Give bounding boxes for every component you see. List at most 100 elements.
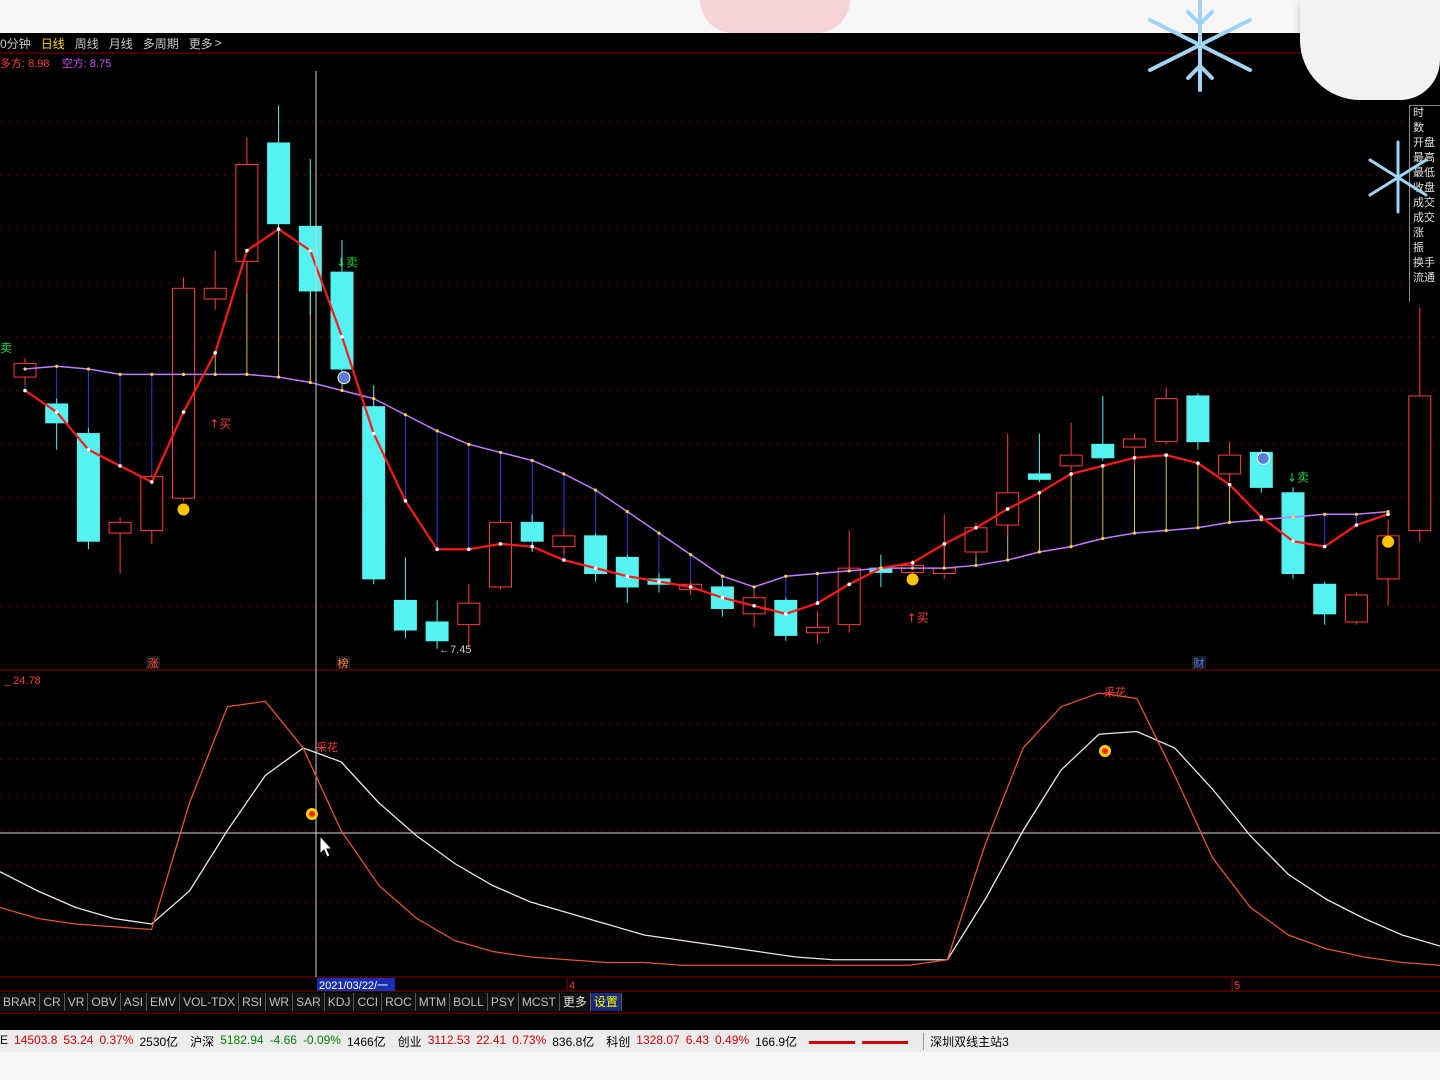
event-tag[interactable]: 涨 bbox=[148, 657, 159, 670]
indicator-tab[interactable]: WR bbox=[266, 993, 294, 1011]
purple-line-point bbox=[1132, 531, 1137, 535]
candle-down[interactable] bbox=[1313, 583, 1337, 615]
red-line-point bbox=[593, 566, 598, 570]
indicator-tab[interactable]: OBV bbox=[88, 993, 121, 1011]
period-tab[interactable]: 更多 bbox=[189, 35, 213, 52]
more-arrow-icon[interactable]: > bbox=[215, 36, 222, 50]
indicator-value-label: _ 24.78 bbox=[3, 675, 41, 687]
sad-face-icon bbox=[337, 371, 351, 385]
candle-down[interactable] bbox=[1281, 492, 1305, 575]
candle-down[interactable] bbox=[298, 225, 322, 292]
market-index[interactable]: E 14503.8 53.24 0.37% 2530亿 bbox=[0, 1033, 178, 1050]
indicator-tab[interactable]: MTM bbox=[415, 993, 451, 1011]
candle-up[interactable] bbox=[1344, 594, 1368, 623]
market-index[interactable]: 沪深 5182.94 -4.66 -0.09% 1466亿 bbox=[190, 1033, 386, 1050]
purple-line-point bbox=[435, 429, 439, 433]
purple-line-point bbox=[498, 450, 503, 455]
indicator-tab[interactable]: 更多 bbox=[559, 993, 591, 1011]
purple-line-point bbox=[1228, 520, 1232, 524]
purple-line-point bbox=[308, 380, 312, 385]
candle-down[interactable] bbox=[393, 599, 417, 631]
candle-up[interactable] bbox=[140, 476, 164, 531]
smiley-icon bbox=[177, 503, 190, 516]
indicator-tab[interactable]: SAR bbox=[293, 993, 325, 1011]
red-line-point bbox=[1196, 461, 1200, 465]
indicator-tab[interactable]: EMV bbox=[147, 993, 181, 1011]
candle-up[interactable] bbox=[1123, 438, 1146, 448]
candle-down[interactable] bbox=[267, 142, 291, 225]
candle-up[interactable] bbox=[489, 521, 512, 588]
purple-line-point bbox=[1196, 526, 1200, 530]
server-name[interactable]: 深圳双线主站3 bbox=[923, 1032, 1009, 1050]
candle-down[interactable] bbox=[1027, 473, 1051, 480]
purple-line-point bbox=[942, 566, 946, 570]
event-tag[interactable]: 财 bbox=[1194, 656, 1205, 670]
candle-up[interactable] bbox=[203, 287, 227, 300]
indicator-tab[interactable]: ROC bbox=[382, 993, 416, 1011]
period-tab[interactable]: 月线 bbox=[109, 35, 133, 52]
chart-canvas[interactable]: 卖↑买↓卖↑买↓卖←7.45涨榜财_ 24.78采花采花2021/03/22/一… bbox=[0, 33, 1440, 1030]
candle-up[interactable] bbox=[552, 535, 576, 548]
candle-up[interactable] bbox=[457, 602, 481, 626]
purple-line-point bbox=[784, 574, 788, 578]
candle-down[interactable] bbox=[520, 521, 544, 542]
red-line-point bbox=[815, 601, 820, 605]
indicator-tab[interactable]: CR bbox=[40, 993, 65, 1011]
indicator-tab[interactable]: MCST bbox=[518, 993, 560, 1011]
candle-down[interactable] bbox=[615, 556, 639, 588]
purple-line-point bbox=[1037, 550, 1041, 554]
indicator-tab[interactable]: 设置 bbox=[590, 993, 622, 1011]
trade-signal-sell: ↓卖 bbox=[336, 256, 358, 270]
candle-down[interactable] bbox=[330, 271, 354, 370]
candle-down[interactable] bbox=[774, 599, 798, 636]
red-line-point bbox=[308, 248, 313, 253]
indicator-tab[interactable]: BRAR bbox=[0, 993, 41, 1011]
indicator-tab[interactable]: RSI bbox=[239, 993, 267, 1011]
candle-down[interactable] bbox=[1091, 443, 1115, 459]
candle-down[interactable] bbox=[425, 621, 449, 642]
indicator-tab[interactable]: ASI bbox=[120, 993, 148, 1011]
smiley-icon bbox=[1382, 535, 1395, 548]
purple-line-point bbox=[594, 488, 598, 492]
market-index[interactable]: 科创 1328.07 6.43 0.49% 166.9亿 bbox=[606, 1033, 797, 1050]
period-tab[interactable]: 多周期 bbox=[143, 35, 179, 52]
candle-down[interactable] bbox=[1186, 395, 1210, 443]
purple-line-point bbox=[1259, 518, 1263, 522]
candle-up[interactable] bbox=[172, 287, 195, 499]
candle-up[interactable] bbox=[806, 626, 829, 634]
indicator-tab[interactable]: BOLL bbox=[450, 993, 488, 1011]
candle-up[interactable] bbox=[1154, 398, 1178, 443]
candle-up[interactable] bbox=[1059, 454, 1083, 467]
candle-up[interactable] bbox=[837, 567, 861, 626]
indicator-tab[interactable]: VR bbox=[64, 993, 89, 1011]
candle-up[interactable] bbox=[1408, 395, 1432, 531]
purple-line-point bbox=[372, 397, 376, 401]
red-line-point bbox=[784, 612, 788, 616]
index-change: 53.24 bbox=[63, 1032, 94, 1047]
purple-ma-line bbox=[24, 365, 1389, 588]
candle-up[interactable] bbox=[1218, 454, 1242, 475]
red-line-point bbox=[1227, 482, 1232, 487]
purple-line-point bbox=[55, 364, 59, 368]
sad-face-icon bbox=[1256, 451, 1270, 465]
red-line-point bbox=[435, 547, 439, 552]
purple-line-point bbox=[86, 367, 90, 371]
indicator-tab[interactable]: VOL-TDX bbox=[180, 993, 240, 1011]
red-line-point bbox=[118, 464, 122, 468]
indicator-tab[interactable]: KDJ bbox=[324, 993, 355, 1011]
candle-up[interactable] bbox=[108, 521, 132, 534]
period-tab[interactable]: 0分钟 bbox=[0, 35, 31, 52]
mouse-pointer-icon bbox=[319, 834, 334, 858]
market-index[interactable]: 创业 3112.53 22.41 0.73% 836.8亿 bbox=[398, 1033, 595, 1050]
candle-up[interactable] bbox=[235, 163, 259, 262]
purple-line-point bbox=[1323, 512, 1327, 516]
red-line-point bbox=[245, 248, 249, 253]
purple-line-point bbox=[1291, 515, 1295, 519]
period-tab[interactable]: 日线 bbox=[41, 35, 65, 52]
indicator-tab[interactable]: CCI bbox=[354, 993, 383, 1011]
period-tab[interactable]: 周线 bbox=[75, 35, 99, 52]
red-line-point bbox=[625, 574, 630, 578]
event-tag[interactable]: 榜 bbox=[338, 656, 349, 670]
red-line-point bbox=[974, 525, 978, 530]
indicator-tab[interactable]: PSY bbox=[487, 993, 519, 1011]
